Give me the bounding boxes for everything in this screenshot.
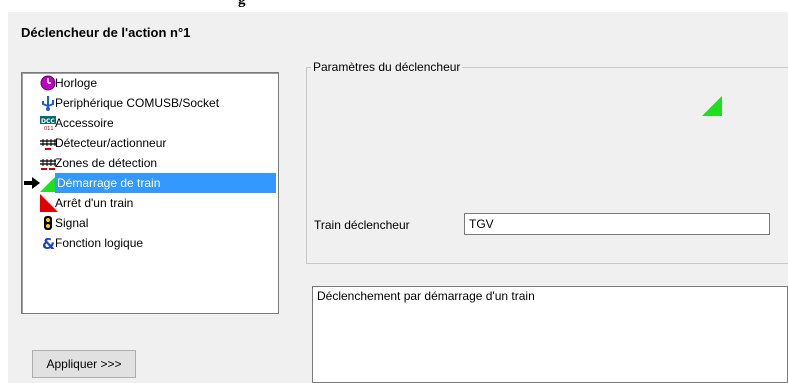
svg-text:011: 011 xyxy=(44,126,54,131)
svg-text:DCC: DCC xyxy=(41,118,55,125)
selection-arrow-icon xyxy=(24,177,40,189)
list-item-label: Horloge xyxy=(55,76,98,90)
svg-text:&: & xyxy=(42,235,55,251)
list-item-accessoire[interactable]: DCC 011 Accessoire xyxy=(22,113,276,133)
train-trigger-input[interactable]: TGV xyxy=(464,213,770,235)
window-top-edge: g xyxy=(0,0,788,12)
signal-icon xyxy=(44,216,52,230)
dialog-title: Déclencheur de l'action n°1 xyxy=(21,25,191,40)
list-item-horloge[interactable]: Horloge xyxy=(22,73,276,93)
dcc-accessory-icon: DCC 011 xyxy=(40,116,56,131)
trigger-description-memo[interactable]: Déclenchement par démarrage d'un train xyxy=(312,286,788,383)
list-item-label: Periphérique COMUSB/Socket xyxy=(55,96,220,110)
train-start-icon xyxy=(702,96,722,116)
apply-button[interactable]: Appliquer >>> xyxy=(32,350,136,378)
list-item-signal[interactable]: Signal xyxy=(22,213,276,233)
list-item-label: Démarrage de train xyxy=(55,173,276,193)
list-item-label: Signal xyxy=(55,216,89,230)
trigger-type-list[interactable]: Horloge Periphérique COMUSB/Socket DCC 0… xyxy=(21,72,279,314)
ampersand-icon: & xyxy=(42,235,55,251)
list-item-arret[interactable]: Arrêt d'un train xyxy=(22,193,276,213)
list-item-peripherique[interactable]: Periphérique COMUSB/Socket xyxy=(22,93,276,113)
list-item-label: Fonction logique xyxy=(55,236,144,250)
list-item-fonction-logique[interactable]: & Fonction logique xyxy=(22,233,276,253)
list-item-zones[interactable]: Zones de détection xyxy=(22,153,276,173)
track-detector-icon xyxy=(40,139,56,150)
group-legend: Paramètres du déclencheur xyxy=(311,60,463,74)
train-trigger-label: Train déclencheur xyxy=(314,218,410,232)
list-item-label: Arrêt d'un train xyxy=(55,196,134,210)
list-item-demarrage-selected[interactable]: Démarrage de train xyxy=(22,173,276,193)
detection-zone-icon xyxy=(40,159,56,170)
list-item-label: Détecteur/actionneur xyxy=(55,136,167,150)
usb-icon xyxy=(42,96,54,111)
list-item-label: Accessoire xyxy=(55,116,114,130)
clock-icon xyxy=(40,75,56,91)
list-item-detecteur[interactable]: Détecteur/actionneur xyxy=(22,133,276,153)
trigger-dialog: Déclencheur de l'action n°1 Horloge Peri… xyxy=(8,12,788,383)
trigger-parameters-group: Paramètres du déclencheur Train déclench… xyxy=(306,60,788,264)
list-item-label: Zones de détection xyxy=(55,156,158,170)
clipped-title-fragment: g xyxy=(238,0,246,8)
